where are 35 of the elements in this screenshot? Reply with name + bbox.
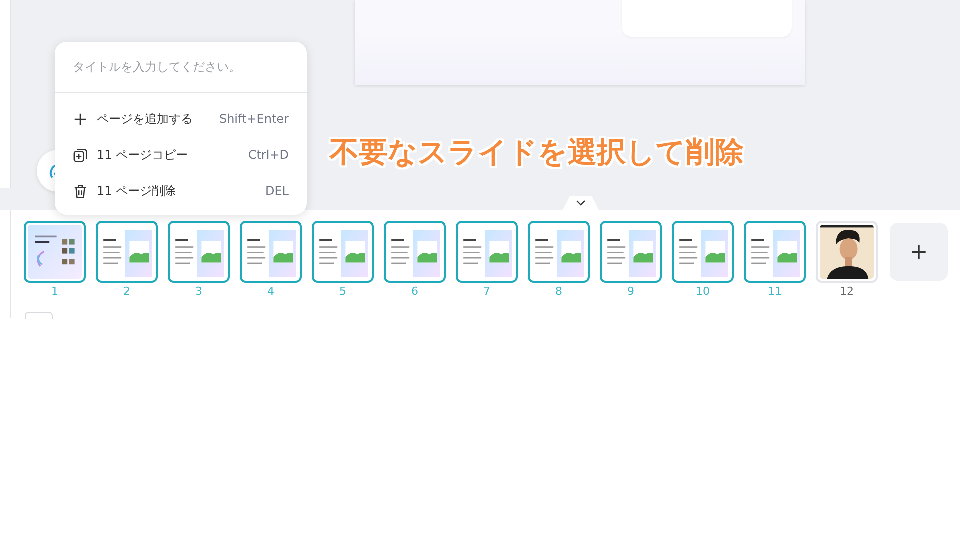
slide-number: 2 [124, 285, 130, 298]
slide-thumbnail[interactable] [96, 221, 158, 283]
slide-number: 3 [196, 285, 202, 298]
slide-thumbnail[interactable] [168, 221, 230, 283]
copy-icon [73, 148, 88, 162]
toolbar-button[interactable] [25, 312, 53, 319]
slide-thumbnail[interactable] [672, 221, 734, 283]
annotation-text: 不要なスライドを選択して削除 [330, 134, 744, 171]
slide-number: 5 [340, 285, 346, 298]
plus-icon [73, 112, 88, 126]
slide-preview-drawing [28, 225, 82, 279]
menu-item[interactable]: 11 ページコピー Ctrl+D [55, 137, 307, 173]
slide-number: 4 [268, 285, 274, 298]
slide-number: 1 [52, 285, 58, 298]
slide-number: 7 [484, 285, 490, 298]
slide-number: 6 [412, 285, 418, 298]
slide-thumbnail[interactable] [384, 221, 446, 283]
slide-thumbnail[interactable] [600, 221, 662, 283]
slide-thumbnail[interactable] [456, 221, 518, 283]
title-field[interactable]: タイトルを入力してください。 [55, 42, 307, 93]
slide-number: 12 [840, 285, 854, 298]
add-slide-button[interactable]: + [890, 223, 948, 281]
chevron-down-icon [576, 200, 586, 206]
trash-icon [73, 184, 88, 198]
slide-number: 10 [696, 285, 710, 298]
slide-number: 8 [556, 285, 562, 298]
slide-thumbnail[interactable] [528, 221, 590, 283]
menu-item[interactable]: 11 ページ削除 DEL [55, 173, 307, 209]
slide-number: 9 [628, 285, 634, 298]
slide-thumbnail[interactable] [312, 221, 374, 283]
slide-number: 11 [768, 285, 782, 298]
slide-thumbnail[interactable] [24, 221, 86, 283]
slide-thumbnail[interactable] [744, 221, 806, 283]
menu-item[interactable]: ページを追加する Shift+Enter [55, 101, 307, 137]
slide-thumbnail[interactable] [240, 221, 302, 283]
